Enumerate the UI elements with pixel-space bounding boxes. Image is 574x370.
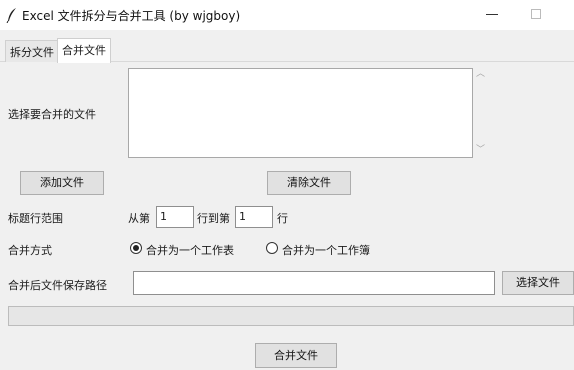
select-files-label: 选择要合并的文件 [8, 108, 96, 121]
tab-merge[interactable]: 合并文件 [57, 38, 111, 63]
title-bar: Excel 文件拆分与合并工具 (by wjgboy) [0, 0, 574, 30]
scroll-down-icon[interactable]: ﹀ [476, 146, 485, 155]
merge-progress-bar [8, 306, 574, 326]
clear-files-button[interactable]: 清除文件 [267, 171, 351, 195]
row-suffix-label: 行 [277, 212, 288, 225]
merge-files-button[interactable]: 合并文件 [255, 343, 337, 368]
radio-single-sheet-label[interactable]: 合并为一个工作表 [146, 242, 234, 258]
add-files-button[interactable]: 添加文件 [20, 171, 104, 195]
to-row-input[interactable]: 1 [235, 206, 273, 228]
from-row-label: 从第 [128, 212, 150, 225]
radio-single-workbook-label[interactable]: 合并为一个工作簿 [282, 242, 370, 258]
scroll-up-icon[interactable]: ︿ [476, 70, 485, 79]
file-listbox[interactable] [128, 68, 473, 158]
save-path-label: 合并后文件保存路径 [8, 279, 107, 292]
merge-mode-label: 合并方式 [8, 244, 52, 257]
save-path-input[interactable] [133, 271, 495, 295]
radio-single-workbook[interactable] [266, 242, 278, 254]
window-title: Excel 文件拆分与合并工具 (by wjgboy) [22, 9, 241, 23]
header-range-label: 标题行范围 [8, 212, 63, 225]
radio-single-sheet[interactable] [130, 242, 142, 254]
from-row-input[interactable]: 1 [156, 206, 194, 228]
to-row-label: 行到第 [197, 212, 230, 225]
tab-split[interactable]: 拆分文件 [5, 40, 59, 62]
browse-save-path-button[interactable]: 选择文件 [502, 271, 574, 295]
feather-icon [6, 8, 16, 23]
tab-bar: 拆分文件 合并文件 [0, 38, 574, 63]
minimize-icon[interactable] [486, 14, 498, 15]
maximize-icon[interactable] [531, 9, 541, 19]
